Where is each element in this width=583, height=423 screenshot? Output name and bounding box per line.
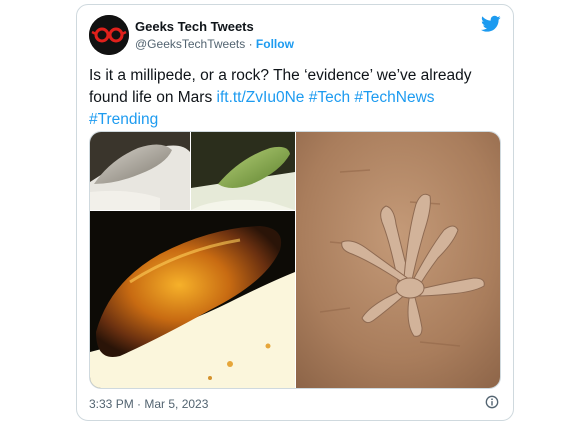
hashtag-tech[interactable]: #Tech [309,89,350,106]
author-handle[interactable]: @GeeksTechTweets [135,37,245,51]
photo-gray-rock [90,132,190,210]
glasses-logo-icon [89,15,129,55]
avatar[interactable] [89,15,129,55]
separator-dot: · [248,37,253,51]
twitter-bird-icon[interactable] [481,15,501,33]
author-name[interactable]: Geeks Tech Tweets [135,19,254,34]
handle-row: @GeeksTechTweets · Follow [135,37,294,51]
tweet-text: Is it a millipede, or a rock? The ‘evide… [89,65,499,131]
photo-green-rock [191,132,295,210]
photo-mars-formation [296,132,500,388]
follow-button[interactable]: Follow [256,37,294,51]
tweet-link[interactable]: ift.tt/ZvIu0Ne [217,89,305,106]
info-icon[interactable] [485,395,499,409]
tweet-media[interactable] [89,131,501,389]
tweet-timestamp[interactable]: 3:33 PM · Mar 5, 2023 [89,397,208,411]
media-collage [90,132,500,388]
hashtag-technews[interactable]: #TechNews [354,89,434,106]
tweet-card[interactable]: Geeks Tech Tweets @GeeksTechTweets · Fol… [76,4,514,421]
photo-orange-rock [90,211,295,388]
hashtag-trending[interactable]: #Trending [89,111,158,128]
